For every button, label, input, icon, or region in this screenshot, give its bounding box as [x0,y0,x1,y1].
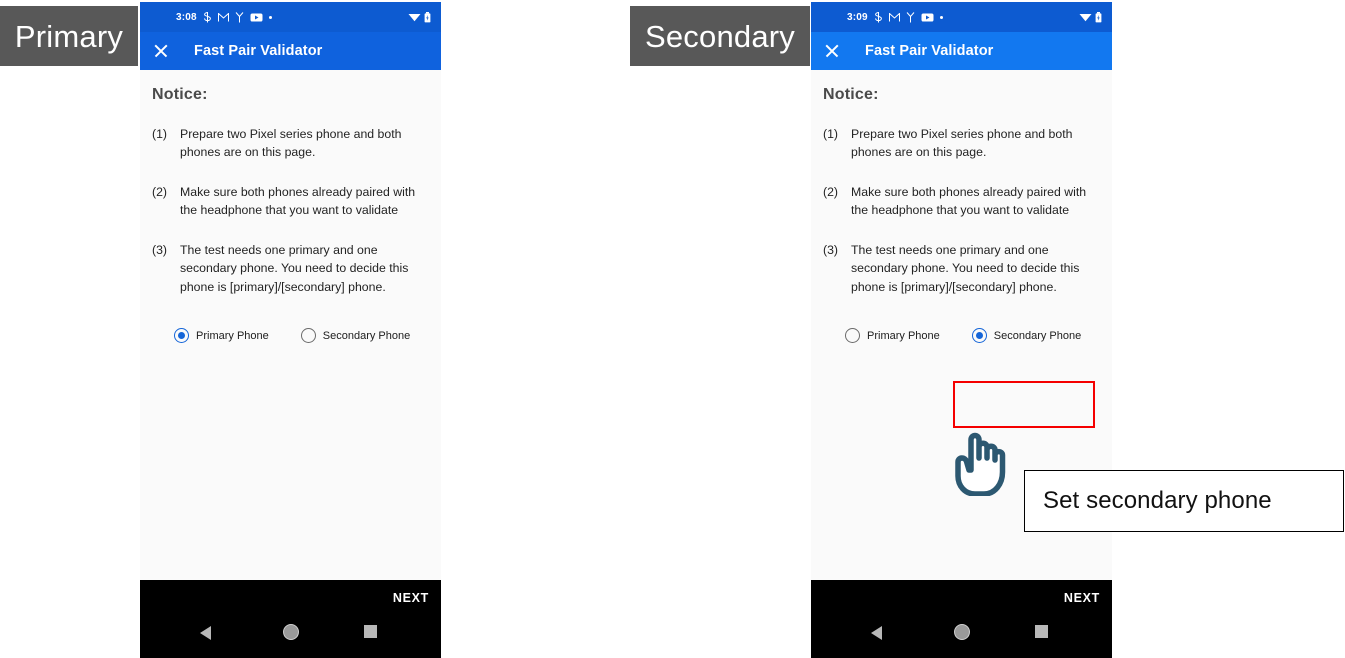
content-area: Notice: (1) Prepare two Pixel series pho… [140,70,441,610]
radio-indicator [300,328,316,344]
callout-box: Set secondary phone [1024,470,1344,532]
phone-screen-primary: 3:08 Fast Pair Validator Notice: (1) Pre… [140,2,441,658]
step-number: (2) [152,184,168,199]
notice-step-list: (1) Prepare two Pixel series phone and b… [152,125,429,296]
radio-indicator [845,328,860,344]
phone-role-radio-group: Primary Phone Secondary Phone [823,328,1100,344]
close-icon[interactable] [824,43,840,59]
panel-label-secondary: Secondary [630,6,810,66]
app-bar: Fast Pair Validator [811,32,1112,70]
status-bar-right [1079,11,1102,23]
more-dot-icon [268,15,272,19]
more-dot-icon [939,15,943,19]
home-circle-icon[interactable] [282,624,299,640]
next-button[interactable]: NEXT [393,591,429,605]
back-triangle-icon[interactable] [871,626,882,640]
callout-text: Set secondary phone [1043,487,1272,514]
system-navigation-bar [811,621,1112,645]
radio-option-secondary-phone[interactable]: Secondary Phone [300,328,411,344]
status-time: 3:08 [176,11,197,23]
phone-role-radio-group: Primary Phone Secondary Phone [152,328,429,344]
wifi-icon [408,14,421,22]
home-circle-icon[interactable] [953,624,970,640]
link-icon [874,11,882,22]
radio-label: Secondary Phone [993,329,1082,342]
list-item: (3) The test needs one primary and one s… [152,241,429,296]
next-button[interactable]: NEXT [1064,591,1100,605]
bottom-bar: NEXT [811,580,1112,658]
radio-label: Secondary Phone [322,329,411,342]
battery-icon [424,11,431,22]
status-bar: 3:08 [140,2,441,32]
app-title: Fast Pair Validator [194,43,323,59]
status-time: 3:09 [847,11,868,23]
close-icon[interactable] [153,43,169,59]
step-number: (1) [823,127,839,141]
link-icon [203,11,211,22]
notice-heading: Notice: [823,86,879,103]
list-item: (2) Make sure both phones already paired… [152,183,429,220]
step-text: Make sure both phones already paired wit… [851,184,1087,218]
phone-screen-secondary: 3:09 Fast Pair Validator Notice: (1) Pre… [811,2,1112,658]
youtube-icon [921,13,934,21]
system-navigation-bar [140,621,441,645]
status-bar-left: 3:09 [847,11,943,23]
pointing-hand-cursor-icon [955,432,1006,496]
app-bar: Fast Pair Validator [140,32,441,70]
battery-icon [1095,11,1102,22]
list-item: (1) Prepare two Pixel series phone and b… [152,125,429,162]
step-text: Prepare two Pixel series phone and both … [180,127,402,160]
radio-option-primary-phone[interactable]: Primary Phone [845,328,940,344]
gmail-icon [217,12,229,21]
youtube-icon [250,13,263,21]
gmail-icon [888,12,900,21]
step-number: (2) [823,184,839,199]
bottom-bar: NEXT [140,580,441,658]
step-number: (3) [823,242,839,257]
list-item: (3) The test needs one primary and one s… [823,241,1100,296]
recents-square-icon[interactable] [1035,625,1048,638]
app-title: Fast Pair Validator [865,43,994,59]
screenshot-root: Primary Secondary 3:08 Fast Pair Validat… [0,0,1345,658]
notice-step-list: (1) Prepare two Pixel series phone and b… [823,125,1100,296]
step-text: The test needs one primary and one secon… [180,242,409,294]
recents-square-icon[interactable] [364,625,377,638]
wifi-icon [1079,14,1092,22]
radio-indicator [971,328,987,344]
radio-label: Primary Phone [867,329,940,342]
merge-icon [906,11,915,22]
list-item: (1) Prepare two Pixel series phone and b… [823,125,1100,162]
step-text: Prepare two Pixel series phone and both … [851,127,1073,160]
radio-option-primary-phone[interactable]: Primary Phone [174,328,269,344]
panel-label-secondary-text: Secondary [644,18,795,54]
panel-label-primary-text: Primary [14,18,124,54]
status-bar-left: 3:08 [176,11,272,23]
step-text: The test needs one primary and one secon… [851,242,1080,294]
status-bar-right [408,11,431,23]
radio-option-secondary-phone[interactable]: Secondary Phone [971,328,1082,344]
back-triangle-icon[interactable] [200,626,211,640]
step-text: Make sure both phones already paired wit… [180,184,416,218]
notice-heading: Notice: [152,86,208,103]
list-item: (2) Make sure both phones already paired… [823,183,1100,220]
panel-label-primary: Primary [0,6,138,66]
step-number: (1) [152,127,168,141]
radio-indicator [174,328,189,344]
status-bar: 3:09 [811,2,1112,32]
merge-icon [235,11,244,22]
radio-label: Primary Phone [196,329,269,342]
step-number: (3) [152,242,168,257]
